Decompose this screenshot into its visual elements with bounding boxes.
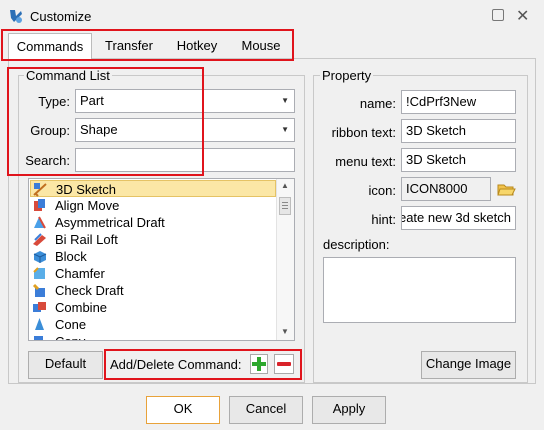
hint-value: eate new 3d sketch bbox=[401, 210, 511, 225]
bi-rail-loft-icon bbox=[33, 233, 46, 246]
add-delete-highlight-box bbox=[104, 349, 302, 380]
list-item-label: Bi Rail Loft bbox=[55, 232, 118, 247]
copy-icon bbox=[34, 336, 43, 340]
list-item-label: Combine bbox=[55, 300, 108, 315]
cone-icon bbox=[35, 318, 44, 330]
pin-icon[interactable] bbox=[492, 9, 504, 21]
list-item[interactable]: 3D Sketch bbox=[30, 180, 276, 197]
ok-button[interactable]: OK bbox=[146, 396, 220, 424]
close-icon[interactable]: ✕ bbox=[516, 6, 529, 26]
menu-text-field[interactable]: 3D Sketch bbox=[401, 148, 516, 172]
hint-label: hint: bbox=[371, 212, 396, 227]
list-item[interactable]: Check Draft bbox=[30, 282, 276, 299]
list-item[interactable]: Copy bbox=[30, 333, 276, 340]
list-item-label: Asymmetrical Draft bbox=[55, 215, 165, 230]
window-title: Customize bbox=[30, 9, 92, 24]
list-item-label: Align Move bbox=[55, 198, 120, 213]
list-item[interactable]: Asymmetrical Draft bbox=[30, 214, 276, 231]
list-scrollbar[interactable]: ▲ ▼ bbox=[276, 179, 294, 340]
chevron-down-icon: ▼ bbox=[281, 125, 289, 134]
list-item[interactable]: Bi Rail Loft bbox=[30, 231, 276, 248]
check-draft-icon bbox=[32, 283, 45, 297]
list-item[interactable]: Align Move bbox=[30, 197, 276, 214]
app-icon bbox=[10, 10, 22, 23]
apply-button[interactable]: Apply bbox=[312, 396, 386, 424]
browse-folder-button[interactable] bbox=[496, 179, 516, 199]
list-item-label: 3D Sketch bbox=[56, 182, 116, 197]
list-item-label: Chamfer bbox=[55, 266, 105, 281]
scroll-thumb[interactable] bbox=[279, 197, 291, 215]
sketch-3d-icon bbox=[33, 183, 47, 197]
list-item-label: Copy bbox=[55, 333, 85, 340]
cancel-button[interactable]: Cancel bbox=[229, 396, 303, 424]
chevron-down-icon: ▼ bbox=[281, 96, 289, 105]
description-label: description: bbox=[323, 237, 390, 252]
ribbon-text-field[interactable]: 3D Sketch bbox=[401, 119, 516, 143]
hint-field[interactable]: eate new 3d sketch bbox=[401, 206, 516, 230]
scroll-down-icon[interactable]: ▼ bbox=[281, 327, 289, 336]
description-textarea[interactable] bbox=[323, 257, 516, 323]
align-move-icon bbox=[34, 199, 45, 211]
list-item[interactable]: Chamfer bbox=[30, 265, 276, 282]
block-icon bbox=[33, 251, 47, 263]
property-legend: Property bbox=[320, 68, 374, 83]
menu-text-label: menu text: bbox=[335, 154, 396, 169]
list-item-label: Cone bbox=[55, 317, 87, 332]
scroll-up-icon[interactable]: ▲ bbox=[281, 181, 289, 190]
folder-icon bbox=[497, 184, 516, 196]
icon-field[interactable]: ICON8000 bbox=[401, 177, 491, 201]
combine-icon bbox=[33, 302, 46, 312]
list-item[interactable]: Cone bbox=[30, 316, 276, 333]
chamfer-icon bbox=[33, 267, 45, 279]
name-field[interactable]: !CdPrf3New bbox=[401, 90, 516, 114]
list-item-label: Block bbox=[55, 249, 87, 264]
command-list-highlight-box bbox=[7, 67, 204, 176]
list-item[interactable]: Block bbox=[30, 248, 276, 265]
list-item-label: Check Draft bbox=[55, 283, 124, 298]
command-listbox[interactable]: 3D Sketch Align Move Asymmetrical Draft … bbox=[28, 178, 295, 341]
icon-label: icon: bbox=[368, 183, 396, 198]
tabs-highlight-box bbox=[1, 29, 294, 61]
default-button[interactable]: Default bbox=[28, 351, 103, 379]
name-label: name: bbox=[359, 96, 396, 111]
ribbon-text-label: ribbon text: bbox=[331, 125, 396, 140]
asymmetrical-draft-icon bbox=[34, 216, 46, 229]
list-item[interactable]: Combine bbox=[30, 299, 276, 316]
change-image-button[interactable]: Change Image bbox=[421, 351, 516, 379]
